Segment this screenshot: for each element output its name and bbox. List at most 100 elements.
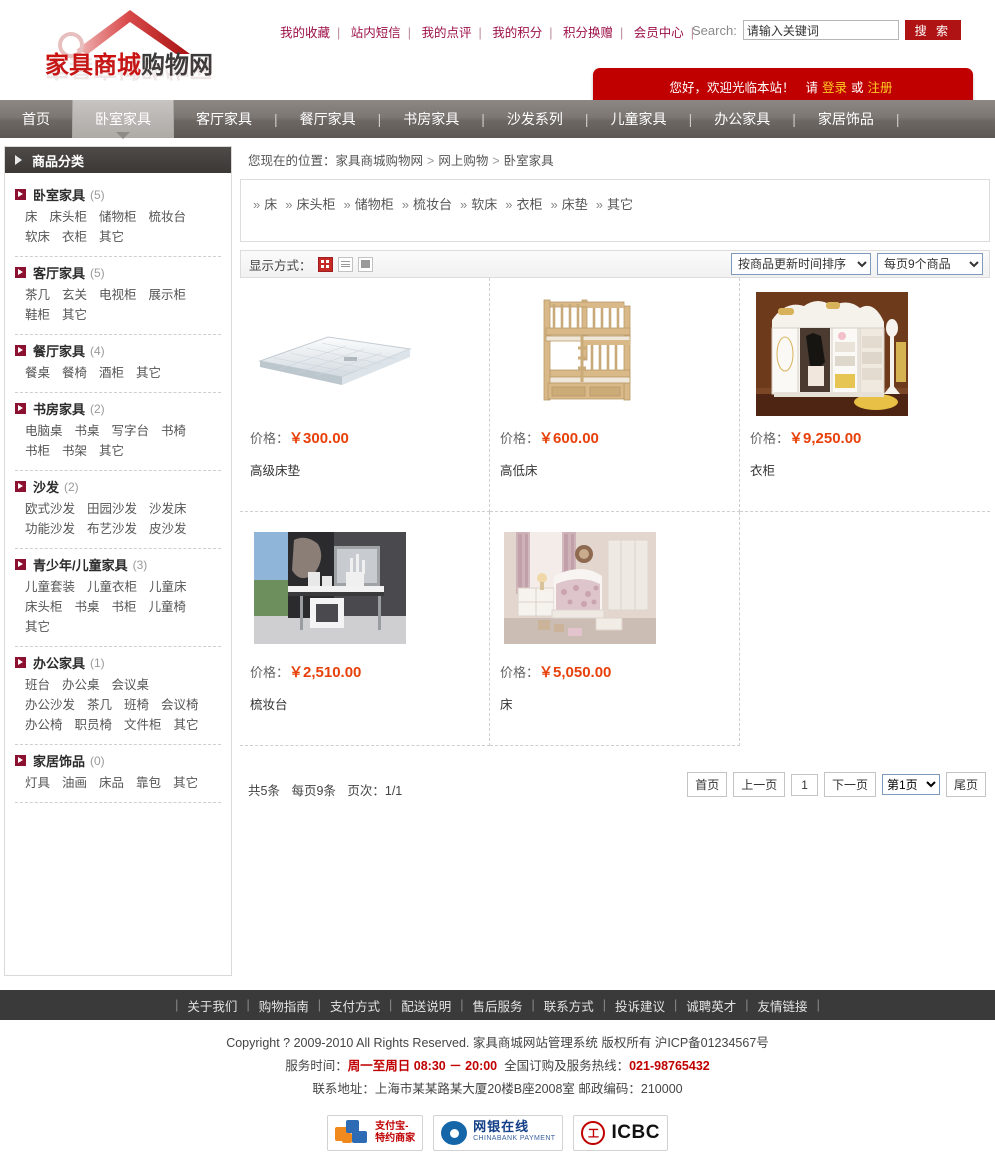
sidebar-subcategory-link[interactable]: 儿童衣柜 (87, 580, 137, 594)
site-logo[interactable]: 家具商城购物网 家具商城购物网 (34, 6, 224, 92)
sidebar-category-title[interactable]: 书房家具 (2) (15, 399, 221, 418)
sidebar-subcategory-link[interactable]: 床头柜 (25, 600, 63, 614)
grid-view-icon[interactable] (317, 256, 333, 272)
nav-item-office[interactable]: 办公家具 (692, 100, 792, 138)
product-name-link[interactable]: 高级床垫 (250, 464, 300, 478)
product-name[interactable]: 床 (500, 694, 729, 713)
sidebar-subcategory-link[interactable]: 其它 (99, 444, 124, 458)
sort-select[interactable]: 按商品更新时间排序 (731, 253, 871, 275)
sidebar-subcategory-link[interactable]: 儿童套装 (25, 580, 75, 594)
sidebar-subcategory-link[interactable]: 书桌 (75, 424, 100, 438)
sidebar-subcategory-link[interactable]: 衣柜 (62, 230, 87, 244)
icbc-badge[interactable]: 工 ICBC (573, 1115, 668, 1151)
sidebar-subcategory-link[interactable]: 电视柜 (99, 288, 137, 302)
sidebar-subcategory-link[interactable]: 功能沙发 (25, 522, 75, 536)
sidebar-subcategory-link[interactable]: 茶几 (25, 288, 50, 302)
sidebar-category-title[interactable]: 沙发 (2) (15, 477, 221, 496)
sidebar-subcategory-link[interactable]: 书架 (62, 444, 87, 458)
top-link-3[interactable]: 我的积分 (488, 26, 546, 40)
pager-next-button[interactable]: 下一页 (823, 772, 876, 797)
sidebar-subcategory-link[interactable]: 沙发床 (149, 502, 187, 516)
sidebar-subcategory-link[interactable]: 软床 (25, 230, 50, 244)
product-card[interactable]: 价格：￥2,510.00 梳妆台 (240, 512, 490, 746)
sidebar-category-title[interactable]: 餐厅家具 (4) (15, 341, 221, 360)
sidebar-category-title[interactable]: 家居饰品 (0) (15, 751, 221, 770)
sidebar-subcategory-link[interactable]: 会议桌 (112, 678, 150, 692)
footer-link[interactable]: 投诉建议 (606, 996, 674, 1015)
sidebar-category-title[interactable]: 客厅家具 (5) (15, 263, 221, 282)
pager-first-button[interactable]: 首页 (687, 772, 728, 797)
sidebar-subcategory-link[interactable]: 其它 (136, 366, 161, 380)
subcategory-link[interactable]: 软床 (471, 197, 497, 212)
subcategory-link[interactable]: 储物柜 (355, 197, 394, 212)
sidebar-subcategory-link[interactable]: 茶几 (87, 698, 112, 712)
sidebar-subcategory-link[interactable]: 儿童椅 (149, 600, 187, 614)
chinabank-badge[interactable]: 网银在线 CHINABANK PAYMENT (433, 1115, 564, 1151)
nav-item-home[interactable]: 首页 (0, 100, 72, 138)
product-name-link[interactable]: 高低床 (500, 464, 538, 478)
nav-item-bedroom[interactable]: 卧室家具 (72, 100, 174, 139)
sidebar-subcategory-link[interactable]: 展示柜 (149, 288, 187, 302)
product-card[interactable]: 价格：￥300.00 高级床垫 (240, 278, 490, 512)
sidebar-subcategory-link[interactable]: 田园沙发 (87, 502, 137, 516)
footer-link[interactable]: 售后服务 (463, 996, 531, 1015)
product-name[interactable]: 衣柜 (750, 460, 980, 479)
sidebar-subcategory-link[interactable]: 酒柜 (99, 366, 124, 380)
sidebar-subcategory-link[interactable]: 会议椅 (161, 698, 199, 712)
sidebar-category-title[interactable]: 青少年/儿童家具 (3) (15, 555, 221, 574)
sidebar-subcategory-link[interactable]: 书柜 (25, 444, 50, 458)
footer-link[interactable]: 支付方式 (321, 996, 389, 1015)
product-name[interactable]: 梳妆台 (250, 694, 479, 713)
pager-prev-button[interactable]: 上一页 (733, 772, 786, 797)
sidebar-subcategory-link[interactable]: 文件柜 (124, 718, 162, 732)
product-name-link[interactable]: 衣柜 (750, 464, 775, 478)
top-link-1[interactable]: 站内短信 (347, 26, 405, 40)
sidebar-subcategory-link[interactable]: 其它 (173, 776, 198, 790)
product-name-link[interactable]: 床 (500, 698, 513, 712)
sidebar-subcategory-link[interactable]: 其它 (174, 718, 199, 732)
sidebar-subcategory-link[interactable]: 办公沙发 (25, 698, 75, 712)
nav-item-living[interactable]: 客厅家具 (174, 100, 274, 138)
subcategory-link[interactable]: 梳妆台 (413, 197, 452, 212)
sidebar-subcategory-link[interactable]: 油画 (62, 776, 87, 790)
sidebar-subcategory-link[interactable]: 电脑桌 (25, 424, 63, 438)
nav-item-decor[interactable]: 家居饰品 (796, 100, 896, 138)
sidebar-subcategory-link[interactable]: 玄关 (62, 288, 87, 302)
subcategory-link[interactable]: 床 (264, 197, 277, 212)
pager-jump-select[interactable]: 第1页 (881, 774, 940, 795)
product-card[interactable]: 价格：￥600.00 高低床 (490, 278, 740, 512)
top-link-5[interactable]: 会员中心 (630, 26, 688, 40)
product-name[interactable]: 高级床垫 (250, 460, 479, 479)
alipay-badge[interactable]: 支付宝- 特约商家 (327, 1115, 424, 1151)
sidebar-subcategory-link[interactable]: 床品 (99, 776, 124, 790)
sidebar-subcategory-link[interactable]: 储物柜 (99, 210, 137, 224)
sidebar-subcategory-link[interactable]: 儿童床 (149, 580, 187, 594)
footer-link[interactable]: 诚聘英才 (677, 996, 745, 1015)
sidebar-subcategory-link[interactable]: 梳妆台 (149, 210, 187, 224)
search-button[interactable]: 搜 索 (904, 20, 961, 40)
perpage-select[interactable]: 每页9个商品 (877, 253, 983, 275)
sidebar-subcategory-link[interactable]: 办公桌 (62, 678, 100, 692)
breadcrumb-item-2[interactable]: 卧室家具 (504, 154, 554, 168)
subcategory-link[interactable]: 床垫 (562, 197, 588, 212)
footer-link[interactable]: 配送说明 (392, 996, 460, 1015)
search-input[interactable] (742, 20, 899, 40)
sidebar-subcategory-link[interactable]: 职员椅 (75, 718, 113, 732)
sidebar-subcategory-link[interactable]: 餐椅 (62, 366, 87, 380)
footer-link[interactable]: 友情链接 (749, 996, 817, 1015)
footer-link[interactable]: 关于我们 (178, 996, 246, 1015)
subcategory-link[interactable]: 床头柜 (296, 197, 335, 212)
sidebar-subcategory-link[interactable]: 床 (25, 210, 38, 224)
pager-page-1-button[interactable]: 1 (791, 773, 818, 796)
login-link[interactable]: 登录 (822, 77, 847, 96)
product-name[interactable]: 高低床 (500, 460, 729, 479)
sidebar-subcategory-link[interactable]: 灯具 (25, 776, 50, 790)
product-card[interactable]: 价格：￥5,050.00 床 (490, 512, 740, 746)
sidebar-category-title[interactable]: 办公家具 (1) (15, 653, 221, 672)
sidebar-subcategory-link[interactable]: 床头柜 (50, 210, 88, 224)
sidebar-subcategory-link[interactable]: 其它 (62, 308, 87, 322)
top-link-0[interactable]: 我的收藏 (276, 26, 334, 40)
breadcrumb-item-0[interactable]: 家具商城购物网 (336, 154, 424, 168)
subcategory-link[interactable]: 其它 (607, 197, 633, 212)
footer-link[interactable]: 购物指南 (250, 996, 318, 1015)
